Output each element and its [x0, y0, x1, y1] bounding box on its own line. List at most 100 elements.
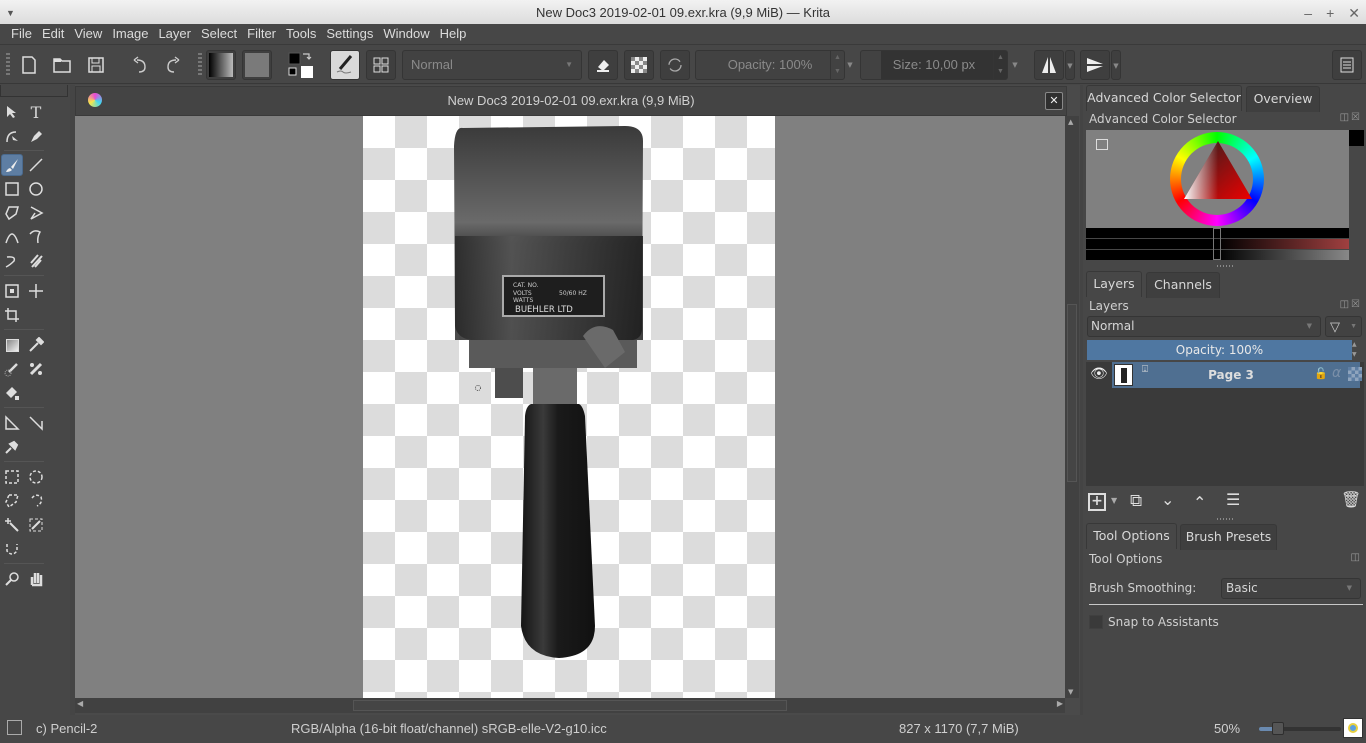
polygonal-selection-tool[interactable]: [1, 490, 23, 512]
inherit-alpha-icon[interactable]: [1348, 367, 1362, 381]
document-canvas[interactable]: CAT. NO. VOLTS 50/60 HZ WATTS BUEHLER LT…: [363, 116, 775, 698]
tab-brush-presets[interactable]: Brush Presets: [1180, 524, 1277, 550]
tab-layers[interactable]: Layers: [1086, 271, 1142, 297]
elliptical-selection-tool[interactable]: [25, 466, 47, 488]
panel-float-close-icons[interactable]: ◫☒: [1340, 112, 1362, 123]
calligraphy-tool[interactable]: [25, 125, 47, 147]
crop-tool[interactable]: [1, 304, 23, 326]
fill-tool[interactable]: [1, 382, 23, 404]
smart-patch-tool[interactable]: [25, 358, 47, 380]
contiguous-selection-tool[interactable]: [1, 514, 23, 536]
toolbar-grip[interactable]: [198, 53, 202, 77]
scroll-left-arrow[interactable]: ◀: [77, 699, 83, 708]
layer-blend-mode-select[interactable]: Normal ▼: [1087, 316, 1321, 337]
duplicate-layer-button[interactable]: ⧉: [1130, 491, 1142, 511]
close-window-button[interactable]: ✕: [1348, 0, 1360, 26]
window-menu-icon[interactable]: ▼: [6, 0, 15, 26]
minimize-button[interactable]: –: [1304, 0, 1312, 26]
tab-advanced-color-selector[interactable]: Advanced Color Selector: [1086, 85, 1242, 111]
panel-float-close-icons[interactable]: ◫☒: [1340, 299, 1362, 310]
ellipse-tool[interactable]: [25, 178, 47, 200]
eraser-mode-button[interactable]: [588, 50, 618, 80]
tab-tool-options[interactable]: Tool Options: [1086, 523, 1177, 549]
size-slider[interactable]: Size: 10,00 px ▲ ▼: [860, 50, 1008, 80]
maximize-button[interactable]: +: [1326, 0, 1334, 26]
colorize-mask-tool[interactable]: [1, 358, 23, 380]
bezier-curve-tool[interactable]: [1, 226, 23, 248]
toolbar-grip[interactable]: [6, 53, 10, 77]
canvas-display-mode-button[interactable]: [1343, 718, 1363, 738]
add-layer-menu-arrow[interactable]: ▼: [1111, 496, 1117, 505]
polygon-tool[interactable]: [1, 202, 23, 224]
mirror-vertical-button[interactable]: [1080, 50, 1110, 80]
mirror-horizontal-menu[interactable]: ▼: [1065, 50, 1075, 80]
save-document-button[interactable]: [81, 50, 111, 80]
selection-mode-icon[interactable]: [7, 720, 22, 735]
zoom-tool[interactable]: [1, 568, 23, 590]
text-tool[interactable]: T: [25, 101, 47, 123]
gradient-preset-button[interactable]: [206, 50, 236, 80]
move-layer-up-button[interactable]: ⌃: [1193, 493, 1206, 512]
color-selector-canvas[interactable]: [1086, 130, 1349, 228]
preserve-alpha-button[interactable]: [624, 50, 654, 80]
rectangle-tool[interactable]: [1, 178, 23, 200]
scroll-up-arrow[interactable]: ▲: [1068, 118, 1073, 126]
canvas-vertical-scrollbar[interactable]: ▲ ▼: [1065, 116, 1079, 698]
tab-overview[interactable]: Overview: [1246, 86, 1320, 112]
layer-row[interactable]: 👁 ⍗ Page 3 🔓 α: [1086, 362, 1364, 388]
brush-preset-button[interactable]: [330, 50, 360, 80]
menu-view[interactable]: View: [69, 24, 107, 44]
reference-images-tool[interactable]: [1, 436, 23, 458]
size-spin-arrows[interactable]: ▲ ▼: [993, 51, 1007, 79]
move-layer-down-button[interactable]: ⌄: [1161, 490, 1174, 509]
blend-mode-select[interactable]: Normal ▼: [402, 50, 582, 80]
polyline-tool[interactable]: [25, 202, 47, 224]
freehand-brush-tool[interactable]: [1, 154, 23, 176]
document-subwindow-titlebar[interactable]: New Doc3 2019-02-01 09.exr.kra (9,9 MiB)…: [75, 86, 1067, 116]
bezier-selection-tool[interactable]: [1, 538, 23, 560]
delete-layer-button[interactable]: 🗑: [1341, 490, 1361, 509]
eye-visibility-icon[interactable]: 👁: [1090, 366, 1108, 382]
freehand-path-tool[interactable]: [25, 226, 47, 248]
menu-window[interactable]: Window: [378, 24, 434, 44]
panel-splitter[interactable]: [1217, 518, 1233, 520]
opacity-spin-arrows[interactable]: ▲ ▼: [830, 51, 844, 79]
panel-splitter[interactable]: [1217, 265, 1233, 267]
menu-help[interactable]: Help: [435, 24, 472, 44]
horizontal-scroll-thumb[interactable]: [353, 700, 787, 711]
close-document-button[interactable]: ✕: [1045, 92, 1063, 110]
menu-tools[interactable]: Tools: [281, 24, 321, 44]
tab-channels[interactable]: Channels: [1146, 272, 1220, 298]
gradient-tool[interactable]: [1, 334, 23, 356]
workspace-menu-button[interactable]: [1332, 50, 1362, 80]
reload-preset-button[interactable]: [660, 50, 690, 80]
layer-opacity-slider[interactable]: Opacity: 100%: [1087, 340, 1352, 360]
pattern-preset-button[interactable]: [242, 50, 272, 80]
undo-button[interactable]: [125, 50, 155, 80]
layer-properties-button[interactable]: ☰: [1226, 490, 1240, 509]
layer-filter-button[interactable]: ▽ ▼: [1325, 316, 1362, 337]
redo-button[interactable]: [158, 50, 188, 80]
assistant-tool[interactable]: [1, 412, 23, 434]
similar-color-selection-tool[interactable]: [25, 514, 47, 536]
transform-tool[interactable]: [1, 280, 23, 302]
mirror-vertical-menu[interactable]: ▼: [1111, 50, 1121, 80]
new-document-button[interactable]: [14, 50, 44, 80]
opacity-menu-arrow[interactable]: ▼: [845, 50, 855, 80]
measure-tool[interactable]: [25, 412, 47, 434]
multibrush-tool[interactable]: [25, 250, 47, 272]
move-tool[interactable]: [25, 280, 47, 302]
mirror-horizontal-button[interactable]: [1034, 50, 1064, 80]
workspace-chooser-button[interactable]: [366, 50, 396, 80]
zoom-slider-handle[interactable]: [1272, 722, 1285, 735]
saturation-value-triangle[interactable]: [1180, 139, 1254, 203]
add-layer-button[interactable]: +: [1088, 493, 1106, 511]
freehand-selection-tool[interactable]: [25, 490, 47, 512]
layer-name[interactable]: Page 3: [1156, 362, 1306, 388]
color-slider-handle[interactable]: [1213, 228, 1221, 260]
color-sampler-tool[interactable]: [25, 334, 47, 356]
open-document-button[interactable]: [47, 50, 77, 80]
line-tool[interactable]: [25, 154, 47, 176]
layer-opacity-spin[interactable]: ▲ ▼: [1352, 340, 1362, 360]
menu-edit[interactable]: Edit: [37, 24, 69, 44]
